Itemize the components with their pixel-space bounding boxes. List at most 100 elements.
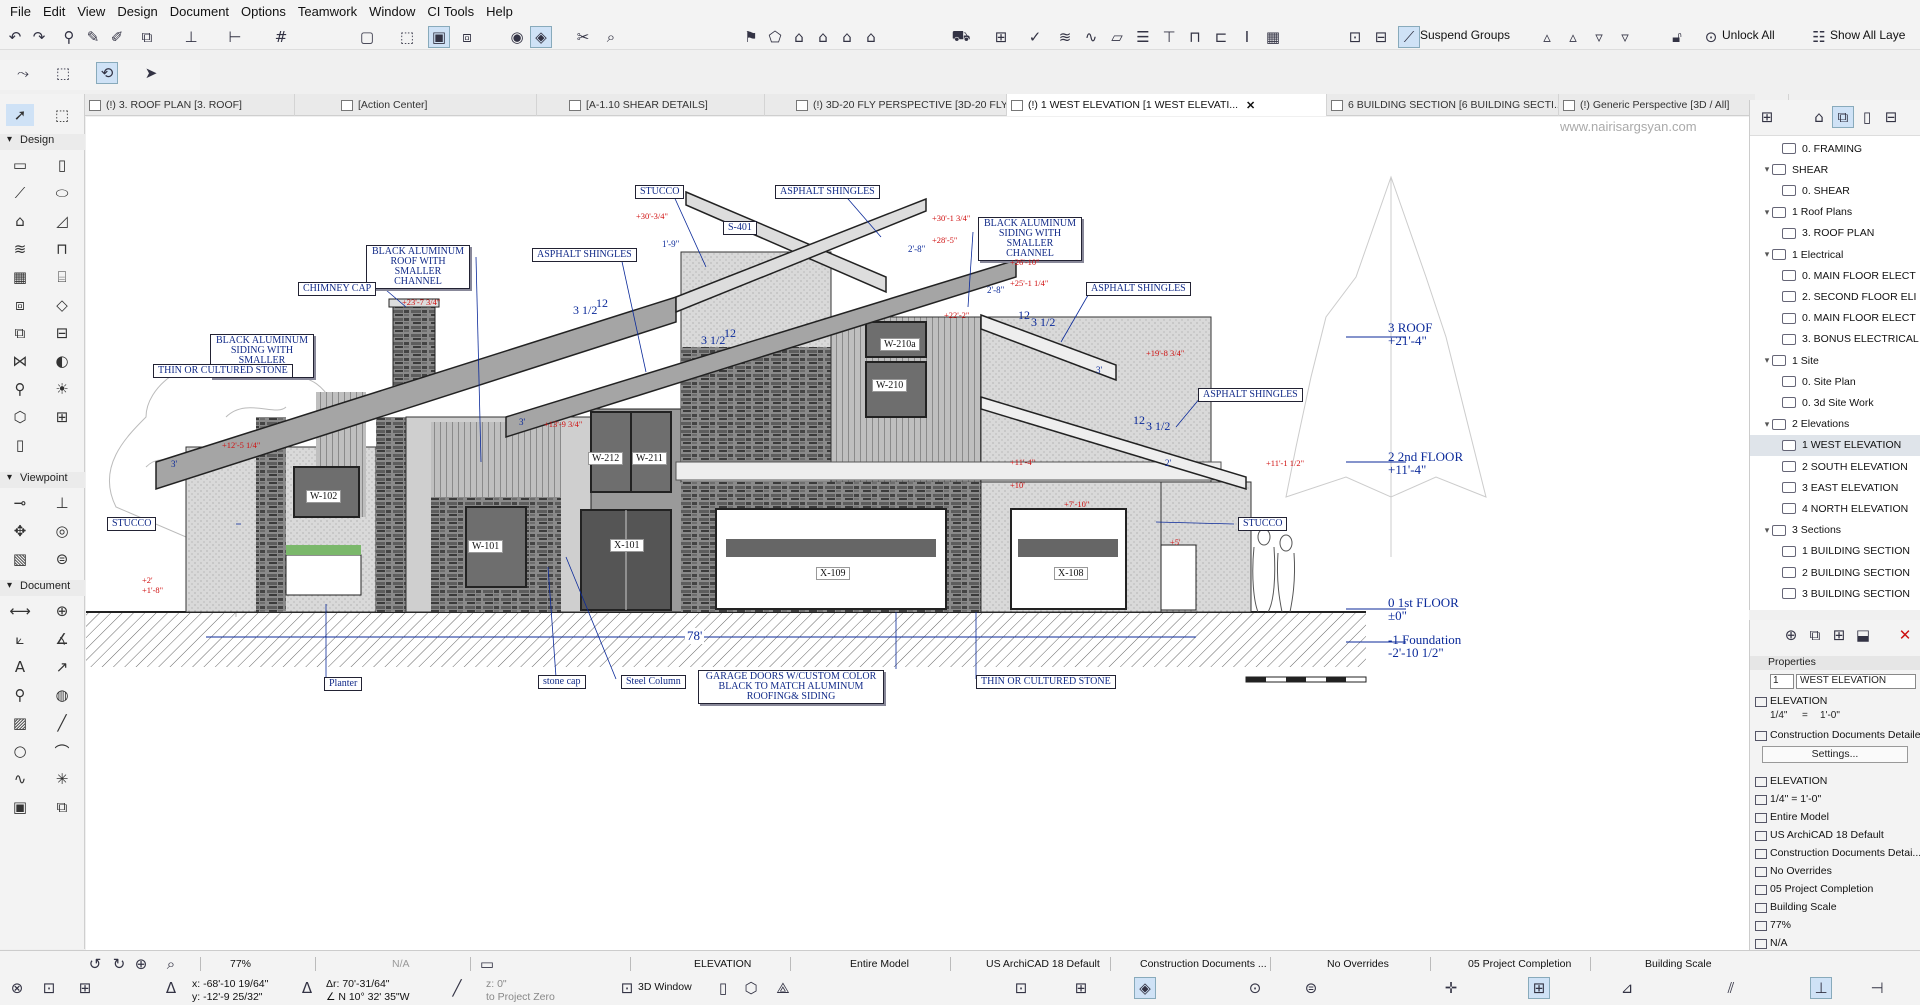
dimension-icon[interactable]: ⊢ — [224, 26, 246, 48]
navigator-item[interactable]: 4 NORTH ELEVATION — [1750, 498, 1920, 519]
tool-end-icon[interactable]: ⊣ — [1866, 977, 1888, 999]
display-option-icon[interactable]: ⊡ — [1010, 977, 1032, 999]
menu-document[interactable]: Document — [164, 4, 235, 19]
menu-options[interactable]: Options — [235, 4, 292, 19]
navigator-item[interactable]: ▾ SHEAR — [1750, 159, 1920, 180]
label-tool-icon[interactable]: ↗ — [48, 656, 76, 678]
chevron-down-icon[interactable]: ▾ — [1762, 355, 1772, 366]
figure-image-tool-icon[interactable]: ▣ — [6, 796, 34, 818]
line-tool-icon[interactable]: ╱ — [48, 712, 76, 734]
tab-action-center[interactable]: [Action Center] — [337, 94, 537, 116]
redo-view-icon[interactable]: ↻ — [108, 953, 130, 975]
view-map-icon[interactable]: ⧉ — [1832, 106, 1854, 128]
scissors-icon[interactable]: ✂ — [572, 26, 594, 48]
arrow-select-icon[interactable]: ⤳ — [12, 62, 34, 84]
settings-button[interactable]: Settings... — [1762, 746, 1908, 763]
3d-window-icon[interactable]: ⊡ — [616, 977, 638, 999]
visibility-icon[interactable]: ◈ — [1134, 977, 1156, 999]
property-row[interactable]: No Overrides — [1750, 862, 1920, 880]
crosshair-icon[interactable]: ✛ — [1440, 977, 1462, 999]
interior-elevation-tool-icon[interactable]: ✥ — [6, 520, 34, 542]
scale-value[interactable]: Building Scale — [1645, 958, 1712, 970]
stair-tool-icon[interactable]: ≋ — [6, 238, 34, 260]
navigator-item[interactable]: 3 BUILDING SECTION — [1750, 583, 1920, 604]
railing-tool-icon[interactable]: ⊓ — [48, 238, 76, 260]
ruler-icon[interactable]: ⊿ — [1616, 977, 1638, 999]
house3-icon[interactable]: ⌂ — [836, 26, 858, 48]
suspend-groups-button[interactable]: Suspend Groups — [1420, 28, 1510, 42]
zone-tool-icon[interactable]: ⊟ — [48, 322, 76, 344]
detail-tool-icon[interactable]: ▧ — [6, 548, 34, 570]
guide-icon[interactable]: ⊡ — [38, 977, 60, 999]
curtain-wall-tool-icon[interactable]: ▦ — [6, 266, 34, 288]
chevron-down-icon[interactable]: ▾ — [1762, 525, 1772, 536]
snap-active-icon[interactable]: ⊥ — [1810, 977, 1832, 999]
zoom-area-icon[interactable]: ⌕ — [160, 953, 182, 975]
toolbox-section-document[interactable]: Document — [0, 580, 85, 596]
pick-up-icon[interactable]: ⚲ — [58, 26, 80, 48]
clone-view-icon[interactable]: ⧉ — [1804, 624, 1826, 646]
property-row[interactable]: US ArchiCAD 18 Default — [1750, 826, 1920, 844]
save-view-icon[interactable]: ⬓ — [1852, 624, 1874, 646]
snap-grid-icon[interactable]: ⊞ — [74, 977, 96, 999]
property-row[interactable]: 77% — [1750, 916, 1920, 934]
roof-tool-icon[interactable]: ⌂ — [6, 210, 34, 232]
drawing-canvas[interactable]: STUCCO ASPHALT SHINGLES S-401 BLACK ALUM… — [86, 117, 1749, 950]
rotation-value[interactable]: N/A — [392, 958, 410, 970]
close-tab-icon[interactable]: ✕ — [1246, 99, 1255, 112]
grid-icon[interactable]: # — [270, 26, 292, 48]
wall-tool-icon[interactable]: ▭ — [6, 154, 34, 176]
navigator-item[interactable]: 0. SHEAR — [1750, 180, 1920, 201]
skylight-tool-icon[interactable]: ◇ — [48, 294, 76, 316]
menu-edit[interactable]: Edit — [37, 4, 71, 19]
delete-view-icon[interactable]: ✕ — [1894, 624, 1916, 646]
elevation-tool-icon[interactable]: ⊥ — [48, 492, 76, 514]
book-tool-icon[interactable]: ▯ — [6, 434, 34, 456]
view-visibility-icon[interactable]: ◈ — [530, 26, 552, 48]
flag-icon[interactable]: ⚑ — [740, 26, 762, 48]
property-row[interactable]: 1/4" = 1'-0" — [1750, 790, 1920, 808]
house-icon[interactable]: ⌂ — [788, 26, 810, 48]
magnifier-icon[interactable]: ⌕ — [600, 26, 622, 48]
perspective-icon[interactable]: ⟁ — [772, 977, 794, 999]
navigator-item[interactable]: 3. BONUS ELECTRICAL — [1750, 329, 1920, 350]
redo-icon[interactable]: ↷ — [28, 26, 50, 48]
column-icon[interactable]: Ⅰ — [1236, 26, 1258, 48]
table-icon[interactable]: ▦ — [1262, 26, 1284, 48]
tab-shear-details[interactable]: [A-1.10 SHEAR DETAILS] — [565, 94, 765, 116]
beam-tool-icon[interactable]: ⟋ — [6, 182, 34, 204]
house4-icon[interactable]: ⌂ — [860, 26, 882, 48]
show-layers-icon[interactable]: ☷ — [1808, 26, 1830, 48]
rotate-marquee-icon[interactable]: ⟲ — [96, 62, 118, 84]
menu-design[interactable]: Design — [111, 4, 163, 19]
lock-icon[interactable]: ⊓ — [1184, 26, 1206, 48]
arrange-icon[interactable]: ⛟ — [950, 26, 972, 48]
view-name-field[interactable]: WEST ELEVATION — [1796, 674, 1916, 689]
slab-icon[interactable]: ▱ — [1106, 26, 1128, 48]
navigator-item[interactable]: 2. SECOND FLOOR ELI — [1750, 286, 1920, 307]
navigator-item[interactable]: 3. ROOF PLAN — [1750, 223, 1920, 244]
menu-help[interactable]: Help — [480, 4, 519, 19]
worksheet-tool-icon[interactable]: ◎ — [48, 520, 76, 542]
slab-tool-icon[interactable]: ⬭ — [48, 182, 76, 204]
marquee-tool-icon[interactable]: ⬚ — [48, 104, 76, 126]
angle-dimension-tool-icon[interactable]: ∡ — [48, 628, 76, 650]
3d-window-button[interactable]: 3D Window — [638, 981, 692, 993]
text-tool-icon[interactable]: A — [6, 656, 34, 678]
cube-tool-icon[interactable]: ⬡ — [6, 406, 34, 428]
marquee-select-icon[interactable]: ⬚ — [52, 62, 74, 84]
arrow-tool-icon[interactable]: ➚ — [6, 104, 34, 126]
show-all-layers-button[interactable]: Show All Laye — [1830, 28, 1905, 42]
property-row[interactable]: Building Scale — [1750, 898, 1920, 916]
layout-book-icon[interactable]: ▯ — [1856, 106, 1878, 128]
tab-building-section[interactable]: 6 BUILDING SECTION [6 BUILDING SECTI... — [1327, 94, 1559, 116]
suspend-groups-icon[interactable]: ⟋ — [1398, 26, 1420, 48]
cube-icon[interactable]: ⬡ — [740, 977, 762, 999]
publisher-icon[interactable]: ⊟ — [1880, 106, 1902, 128]
snap-icon[interactable]: ⊥ — [180, 26, 202, 48]
navigator-item[interactable]: ▾ 2 Elevations — [1750, 414, 1920, 435]
door-tool-icon[interactable]: ⌸ — [48, 266, 76, 288]
navigator-item[interactable]: 0. MAIN FLOOR ELECT — [1750, 308, 1920, 329]
model-value[interactable]: Entire Model — [850, 958, 909, 970]
tab-roof-plan[interactable]: (!) 3. ROOF PLAN [3. ROOF] — [85, 94, 295, 116]
